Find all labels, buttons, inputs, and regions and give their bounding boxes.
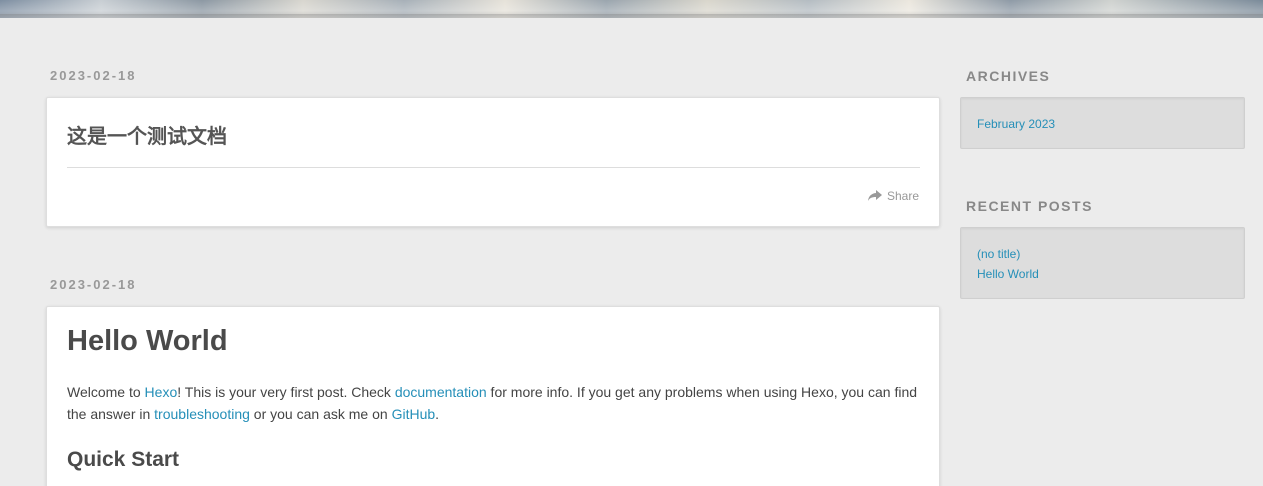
share-label: Share (886, 189, 919, 203)
post-date: 2023-02-18 (50, 277, 137, 292)
archive-link[interactable]: February 2023 (977, 114, 1228, 134)
recent-post-link[interactable]: (no title) (977, 244, 1228, 264)
body-text: or you can ask me on (249, 406, 392, 422)
share-arrow-icon (867, 190, 882, 201)
body-text: ! This is your very first post. Check (177, 384, 395, 400)
archives-widget: February 2023 (960, 97, 1245, 149)
recent-post-link[interactable]: Hello World (977, 264, 1228, 284)
banner-shadow (0, 14, 1263, 18)
recent-posts-title: RECENT POSTS (966, 198, 1093, 214)
troubleshooting-link[interactable]: troubleshooting (154, 406, 250, 422)
body-text: Welcome to (67, 384, 145, 400)
documentation-link[interactable]: documentation (395, 384, 487, 400)
hexo-link[interactable]: Hexo (145, 384, 178, 400)
recent-posts-widget: (no title) Hello World (960, 227, 1245, 299)
body-text: . (435, 406, 440, 422)
post-body: Welcome to Hexo! This is your very first… (67, 381, 922, 425)
share-button[interactable]: Share (867, 189, 919, 203)
archives-title: ARCHIVES (966, 68, 1051, 84)
post-date: 2023-02-18 (50, 68, 137, 83)
post-card: 这是一个测试文档 Share (46, 97, 940, 227)
post-title[interactable]: 这是一个测试文档 (67, 120, 227, 149)
post-title[interactable]: Hello World (67, 325, 228, 358)
section-heading: Quick Start (67, 448, 180, 471)
post-divider (67, 167, 920, 168)
github-link[interactable]: GitHub (392, 406, 436, 422)
post-card: Hello World Welcome to Hexo! This is you… (46, 306, 940, 486)
